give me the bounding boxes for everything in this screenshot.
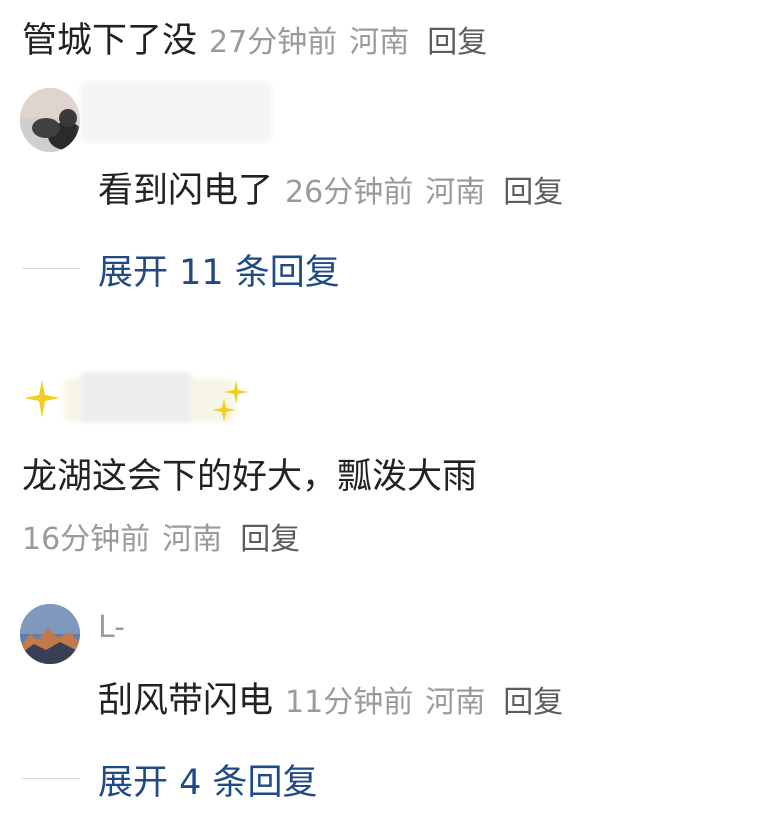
reply-button[interactable]: 回复 (240, 522, 300, 557)
username-redacted-inner (80, 372, 192, 422)
comment-time: 26分钟前 (285, 175, 414, 210)
avatar[interactable] (20, 604, 80, 664)
comment-location: 河南 (425, 175, 486, 210)
mountain-sunset-avatar (20, 604, 80, 664)
comment-text: 看到闪电了 (98, 171, 274, 211)
expand-divider (22, 778, 80, 779)
comment-location: 河南 (162, 522, 223, 557)
user-avatar-photo (20, 88, 80, 152)
comment-4: 刮风带闪电 11分钟前 河南 回复 (98, 672, 563, 723)
comment-time: 11分钟前 (285, 685, 414, 720)
sparkle-icon (212, 380, 248, 422)
comment-2: 看到闪电了 26分钟前 河南 回复 (98, 162, 563, 213)
comment-1: 管城下了没 27分钟前 河南 回复 (22, 12, 487, 63)
comment-3-meta: 16分钟前 河南 回复 (22, 514, 300, 558)
comment-text: 刮风带闪电 (98, 681, 274, 721)
comment-time: 27分钟前 (209, 25, 338, 60)
username-redacted (80, 82, 272, 142)
reply-button[interactable]: 回复 (503, 175, 563, 210)
comment-location: 河南 (349, 25, 410, 60)
expand-replies-button[interactable]: 展开 11 条回复 (98, 244, 340, 295)
comment-username[interactable]: L- (98, 610, 125, 645)
reply-button[interactable]: 回复 (503, 685, 563, 720)
reply-button[interactable]: 回复 (427, 25, 487, 60)
expand-replies-button[interactable]: 展开 4 条回复 (98, 754, 318, 805)
comment-time: 16分钟前 (22, 522, 151, 557)
comment-text: 龙湖这会下的好大，瓢泼大雨 (22, 457, 478, 497)
avatar[interactable] (20, 88, 80, 152)
expand-divider (22, 268, 80, 269)
comment-text: 管城下了没 (22, 21, 198, 61)
comment-location: 河南 (425, 685, 486, 720)
